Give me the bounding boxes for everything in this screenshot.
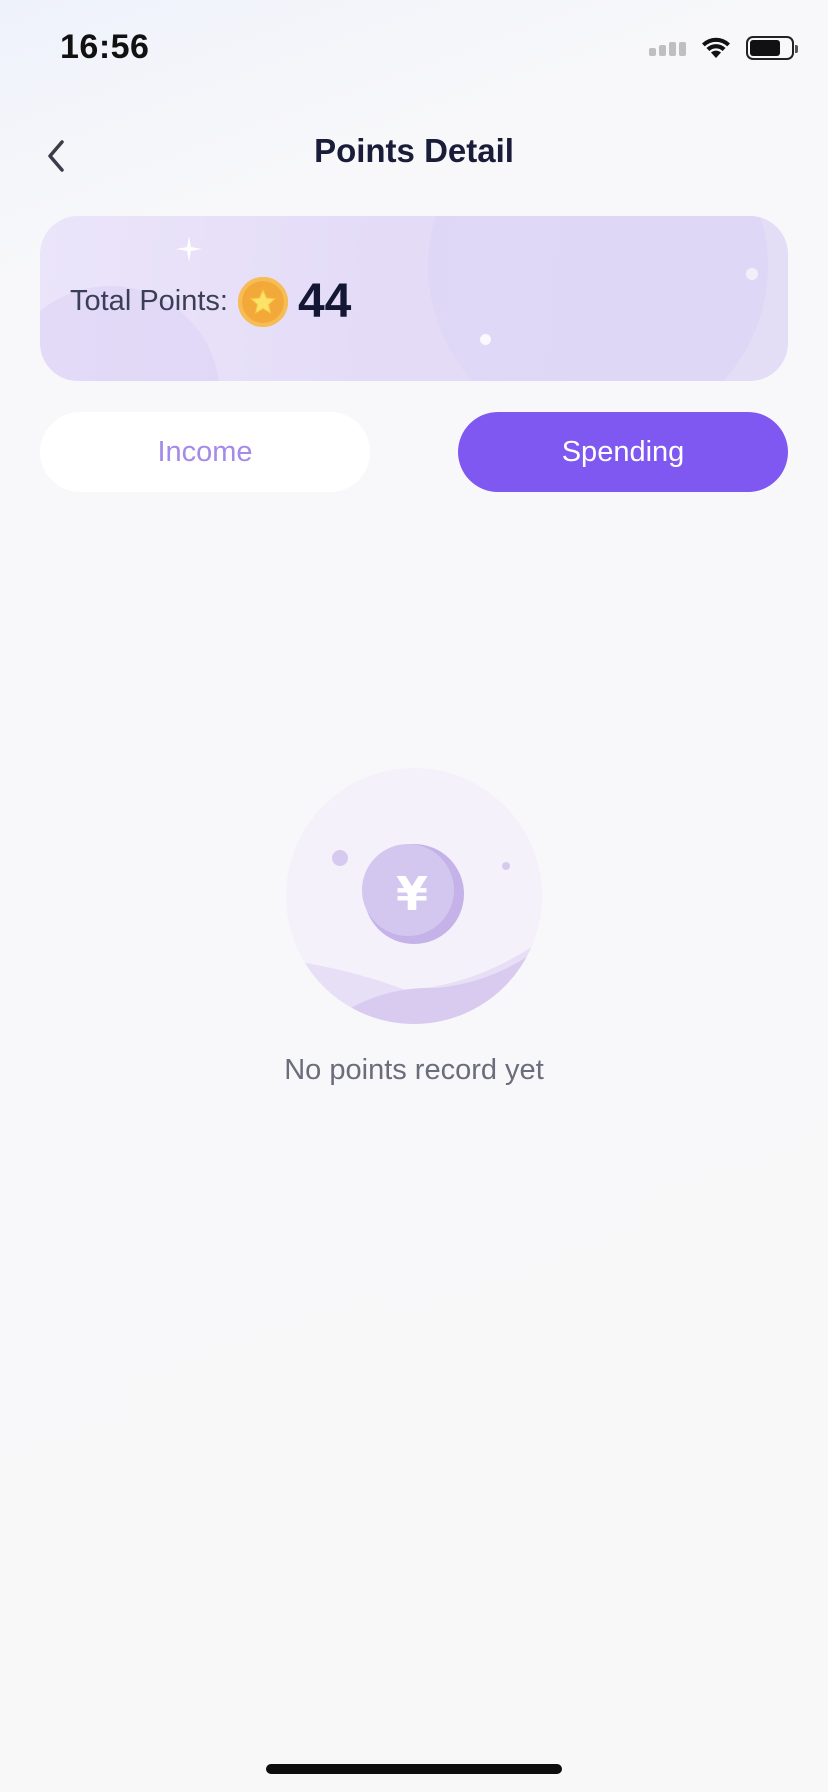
card-decoration [746,268,758,280]
svg-text:¥: ¥ [396,867,428,921]
nav-header: Points Detail [0,110,828,200]
cellular-signal-icon [649,40,686,56]
empty-state-message: No points record yet [284,1054,544,1086]
wifi-icon [702,37,730,58]
page-title: Points Detail [314,132,514,169]
points-detail-screen: 16:56 Points Detail Total Points: 44 Inc… [0,0,828,1792]
sparkle-icon [176,236,202,262]
tab-income-label: Income [157,435,253,468]
status-bar: 16:56 [0,0,828,100]
total-points-card: Total Points: 44 [40,216,788,381]
tab-income[interactable]: Income [40,412,370,492]
card-decoration [428,216,768,381]
star-coin-icon [237,276,288,327]
yen-coin-icon: ¥ [286,768,542,1024]
total-points-value: 44 [297,275,352,328]
card-decoration [480,334,491,345]
tab-spending[interactable]: Spending [458,412,788,492]
home-indicator[interactable] [266,1764,562,1774]
status-time: 16:56 [60,28,150,66]
tab-spending-label: Spending [561,435,685,468]
status-icons [649,36,798,60]
total-points-label: Total Points: [70,285,228,317]
battery-icon [746,36,798,60]
points-row: Total Points: 44 [70,274,351,329]
